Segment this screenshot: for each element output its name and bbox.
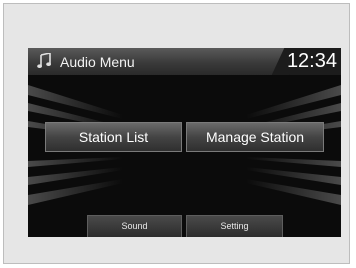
background-light-streaks (28, 85, 341, 205)
audio-screen: Audio Menu 12:34 Station List Manage Sta… (28, 48, 341, 237)
setting-tab[interactable]: Setting (186, 215, 283, 237)
music-note-icon (37, 53, 51, 68)
manage-station-button[interactable]: Manage Station (186, 122, 324, 152)
header-bar: Audio Menu 12:34 (28, 48, 341, 75)
sound-tab[interactable]: Sound (87, 215, 182, 237)
clock-display: 12:34 (286, 50, 337, 72)
figure-frame: Audio Menu 12:34 Station List Manage Sta… (3, 3, 350, 264)
station-list-button[interactable]: Station List (45, 122, 182, 152)
page-title: Audio Menu (60, 54, 135, 70)
